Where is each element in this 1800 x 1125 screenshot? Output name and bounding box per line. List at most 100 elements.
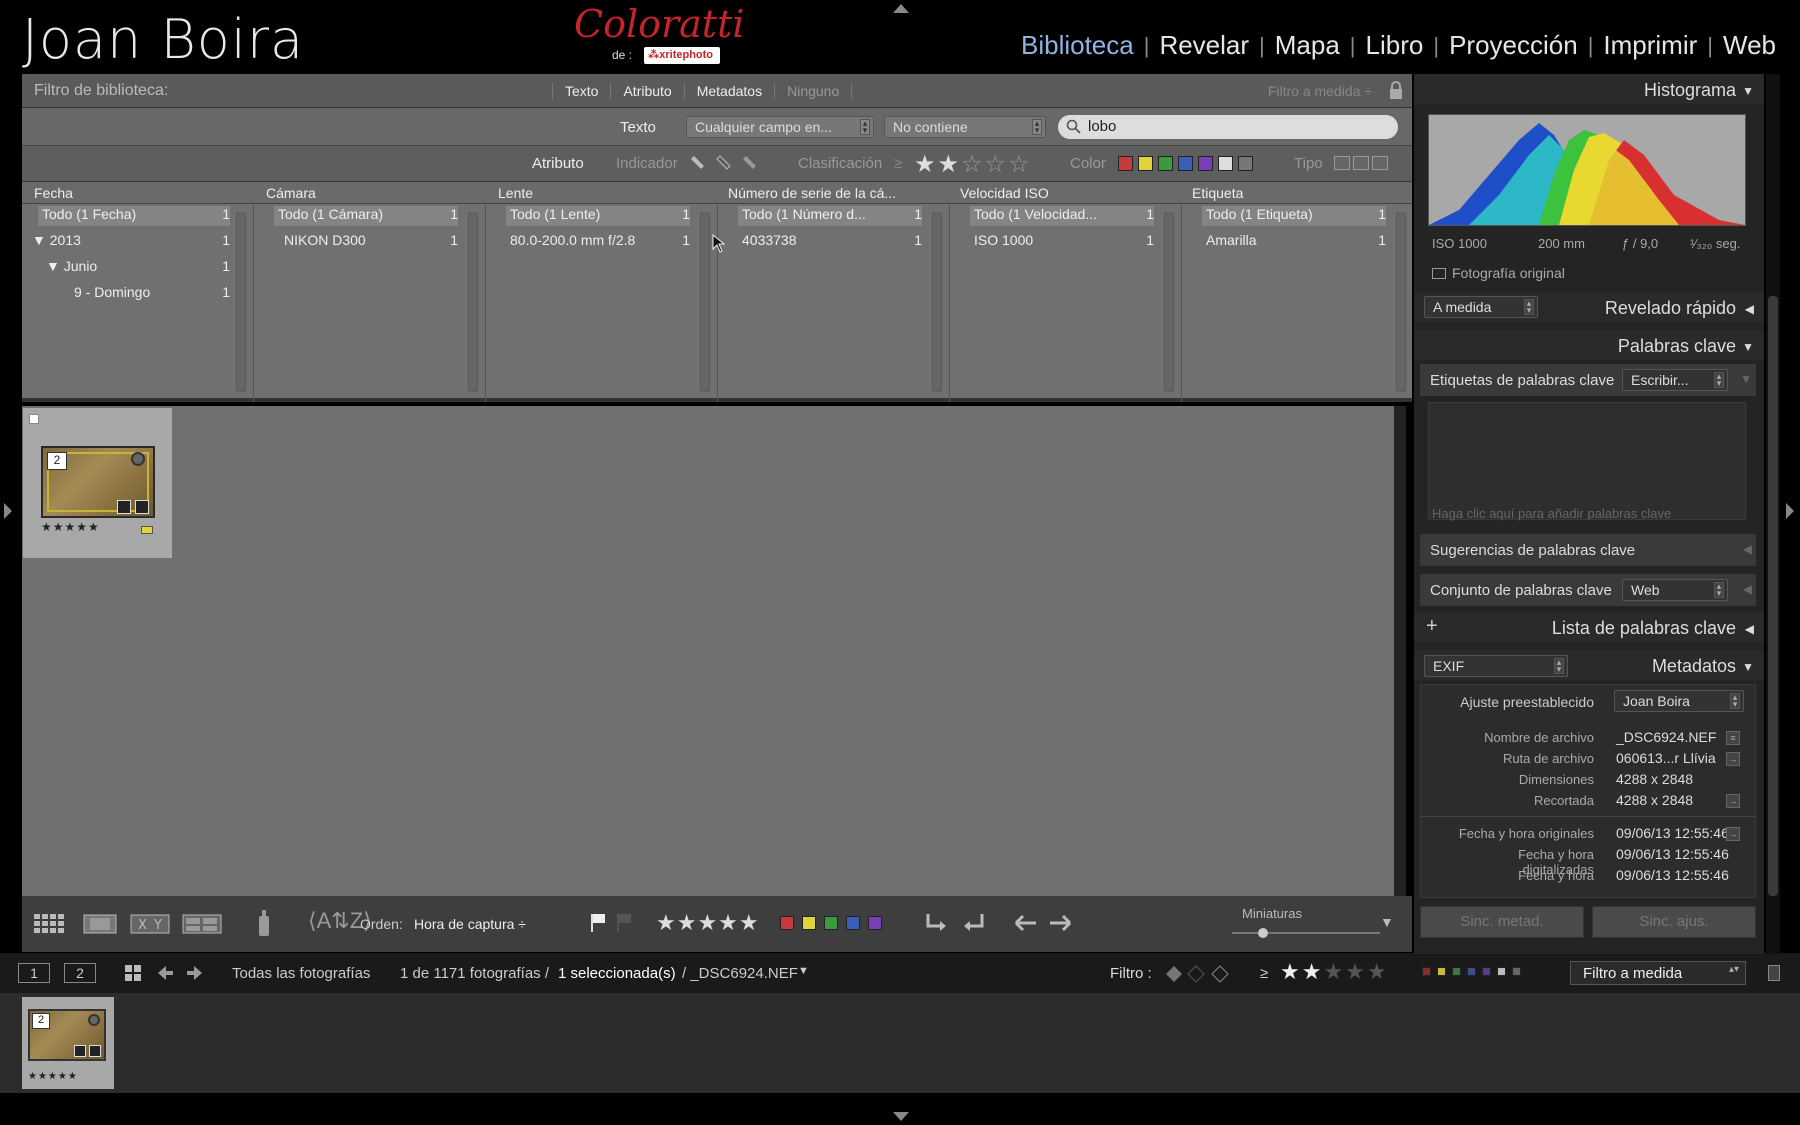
column-header-iso[interactable]: Velocidad ISO (960, 185, 1049, 201)
sync-metadata-button[interactable]: Sinc. metad. (1420, 906, 1584, 938)
flag-filter-icon[interactable] (688, 152, 768, 176)
filter-preset-select[interactable]: Filtro a medida ÷ (1268, 83, 1372, 99)
meta-action-icon[interactable]: → (1726, 827, 1740, 841)
list-item[interactable]: 4033738 1 (742, 232, 922, 252)
module-imprimir[interactable]: Imprimir (1593, 30, 1707, 61)
filter-tab-attribute[interactable]: Atributo (610, 83, 683, 99)
filmstrip-color-swatch-6[interactable] (1512, 967, 1521, 976)
thumbnail-size-slider-handle[interactable] (1258, 928, 1268, 938)
collapse-right-icon[interactable] (1786, 503, 1794, 519)
list-item[interactable]: Todo (1 Lente) 1 (506, 206, 690, 226)
filmstrip-thumbnail[interactable]: 2 (28, 1009, 106, 1061)
histogram-header[interactable]: Histograma ▼ (1414, 74, 1764, 104)
list-item[interactable]: 9 - Domingo 1 (74, 284, 230, 304)
meta-action-icon[interactable]: → (1726, 794, 1740, 808)
type-master-icon[interactable] (1334, 156, 1350, 170)
grid-scrollbar[interactable] (1394, 406, 1406, 896)
back-arrow-icon[interactable] (156, 964, 174, 982)
previous-arrow-icon[interactable] (1012, 912, 1040, 934)
filmstrip-rating-operator[interactable]: ≥ (1260, 965, 1268, 982)
attribute-color-swatch-5[interactable] (1218, 156, 1233, 171)
collapse-left-icon[interactable] (4, 503, 12, 519)
filter-tab-metadata[interactable]: Metadatos (683, 83, 774, 99)
attribute-color-swatch-2[interactable] (1158, 156, 1173, 171)
survey-view-icon[interactable] (182, 912, 222, 936)
column-scrollbar[interactable] (932, 212, 942, 392)
filmstrip-color-swatch-2[interactable] (1452, 967, 1461, 976)
filename-dropdown-icon[interactable]: ▼ (798, 965, 809, 977)
collapse-bottom-icon[interactable] (893, 1112, 909, 1121)
meta-value-date-original[interactable]: 09/06/13 12:55:46 (1616, 825, 1729, 841)
toolbar-color-swatch-3[interactable] (846, 916, 860, 930)
type-virtual-icon[interactable] (1353, 156, 1369, 170)
selected-filename[interactable]: / _DSC6924.NEF (682, 965, 798, 982)
main-window-button[interactable]: 1 (18, 963, 50, 983)
keyword-suggestions-row[interactable]: Sugerencias de palabras clave ◀ (1420, 534, 1756, 566)
list-item[interactable]: ▼ Junio 1 (46, 258, 230, 278)
filter-tab-none[interactable]: Ninguno (774, 83, 853, 99)
module-biblioteca[interactable]: Biblioteca (1011, 30, 1144, 61)
grid-view-icon[interactable] (32, 912, 68, 936)
meta-action-icon[interactable]: → (1726, 752, 1740, 766)
keywording-header[interactable]: Palabras clave ▼ (1414, 330, 1764, 360)
module-web[interactable]: Web (1713, 30, 1786, 61)
compare-view-icon[interactable]: XY (130, 912, 170, 936)
loupe-view-icon[interactable] (82, 912, 118, 936)
second-window-button[interactable]: 2 (64, 963, 96, 983)
filmstrip-color-swatch-3[interactable] (1467, 967, 1476, 976)
metadata-view-select[interactable]: EXIF ▴ ▾ (1424, 655, 1568, 677)
rating-filter-stars[interactable]: ★★☆☆☆ (914, 150, 1032, 179)
toolbar-color-swatch-2[interactable] (824, 916, 838, 930)
filmstrip-color-swatch-5[interactable] (1497, 967, 1506, 976)
filter-lock-icon[interactable] (1768, 965, 1780, 981)
grid-toggle-icon[interactable] (124, 964, 142, 982)
filmstrip-color-swatch-1[interactable] (1437, 967, 1446, 976)
list-item[interactable]: Todo (1 Fecha) 1 (38, 206, 230, 226)
meta-value-date[interactable]: 09/06/13 12:55:46 (1616, 867, 1729, 883)
add-keyword-icon[interactable]: + (1426, 615, 1438, 638)
list-item[interactable]: Todo (1 Número d... 1 (738, 206, 922, 226)
column-scrollbar[interactable] (700, 212, 710, 392)
toolbar-color-swatch-1[interactable] (802, 916, 816, 930)
keyword-add-placeholder[interactable]: Haga clic aquí para añadir palabras clav… (1432, 506, 1671, 521)
collapse-top-icon[interactable] (893, 4, 909, 13)
keyword-set-select[interactable]: Web ▴ ▾ (1622, 579, 1728, 601)
grid-cell[interactable]: 2 ★★★★★ (23, 408, 172, 558)
column-header-serie[interactable]: Número de serie de la cá... (728, 185, 896, 201)
list-item[interactable]: Todo (1 Cámara) 1 (274, 206, 458, 226)
keyword-tags-select[interactable]: Escribir... ▴ ▾ (1622, 369, 1728, 391)
photo-thumbnail[interactable]: 2 (41, 446, 155, 518)
list-item[interactable]: Todo (1 Velocidad... 1 (970, 206, 1154, 226)
type-video-icon[interactable] (1372, 156, 1388, 170)
module-proyeccion[interactable]: Proyección (1439, 30, 1588, 61)
rotate-right-icon[interactable] (960, 910, 988, 936)
list-item[interactable]: Todo (1 Etiqueta) 1 (1202, 206, 1386, 226)
list-item[interactable]: ISO 1000 1 (974, 232, 1154, 252)
column-header-fecha[interactable]: Fecha (34, 185, 73, 201)
flag-pick-icon[interactable] (588, 912, 608, 934)
module-libro[interactable]: Libro (1356, 30, 1434, 61)
thumbnail-size-slider[interactable] (1232, 928, 1380, 938)
original-photo-checkbox[interactable] (1432, 268, 1446, 279)
attribute-color-swatch-1[interactable] (1138, 156, 1153, 171)
toolbar-menu-chevron-icon[interactable]: ▼ (1380, 914, 1394, 930)
list-item[interactable]: Amarilla 1 (1206, 232, 1386, 252)
flag-reject-icon[interactable] (614, 912, 634, 934)
column-scrollbar[interactable] (468, 212, 478, 392)
quick-develop-header[interactable]: A medida ▴ ▾ Revelado rápido ◀ (1414, 292, 1764, 322)
meta-value-date-digitized[interactable]: 09/06/13 12:55:46 (1616, 846, 1729, 862)
column-header-lente[interactable]: Lente (498, 185, 533, 201)
keyword-list-header[interactable]: + Lista de palabras clave ◀ (1414, 612, 1764, 642)
metadata-header[interactable]: EXIF ▴ ▾ Metadatos ▼ (1414, 650, 1764, 680)
text-field-select[interactable]: Cualquier campo en... ▴ ▾ (686, 116, 874, 138)
list-item[interactable]: 80.0-200.0 mm f/2.8 1 (510, 232, 690, 252)
search-input[interactable]: lobo (1058, 115, 1398, 139)
forward-arrow-icon[interactable] (186, 964, 204, 982)
meta-action-icon[interactable]: ≡ (1726, 731, 1740, 745)
attribute-color-swatch-0[interactable] (1118, 156, 1133, 171)
filter-tab-text[interactable]: Texto (552, 83, 610, 99)
filmstrip-color-swatch-0[interactable] (1422, 967, 1431, 976)
right-panel-scrollbar-thumb[interactable] (1768, 296, 1778, 896)
toolbar-color-swatch-4[interactable] (868, 916, 882, 930)
filmstrip-color-swatch-4[interactable] (1482, 967, 1491, 976)
